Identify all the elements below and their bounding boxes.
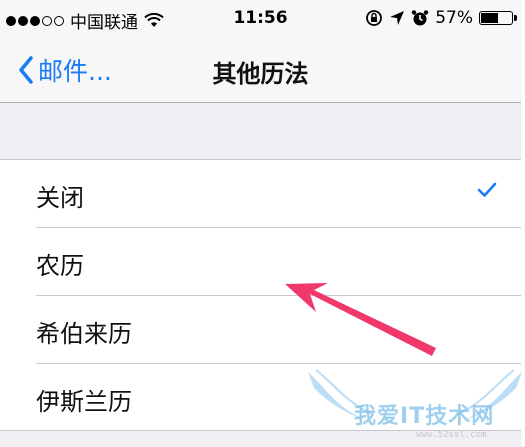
status-right: 57% (365, 8, 517, 28)
alarm-icon (412, 10, 429, 26)
group-header-spacer (0, 103, 521, 160)
calendar-option-label: 关闭 (36, 184, 84, 212)
watermark-url: www.52ssl.com (416, 430, 487, 440)
navigation-bar: 邮件... 其他历法 (0, 36, 521, 103)
calendar-option-label: 农历 (36, 252, 84, 280)
rotation-lock-icon (366, 10, 383, 26)
watermark-text: 我爱IT技术网 (354, 404, 495, 429)
checkmark-icon (477, 182, 497, 197)
calendar-option-off[interactable]: 关闭 (36, 160, 521, 228)
status-bar: 中国联通 11:56 57% (0, 0, 521, 36)
location-icon (390, 11, 405, 25)
battery-icon (479, 11, 517, 25)
watermark: 我爱IT技术网 www.52ssl.com (306, 368, 525, 446)
page-title: 其他历法 (212, 60, 309, 88)
calendar-option-hebrew[interactable]: 希伯来历 (36, 296, 521, 364)
calendar-option-chinese[interactable]: 农历 (36, 228, 521, 296)
calendar-option-label: 希伯来历 (36, 320, 132, 348)
battery-percent: 57% (435, 8, 473, 28)
calendar-option-label: 伊斯兰历 (36, 388, 132, 416)
